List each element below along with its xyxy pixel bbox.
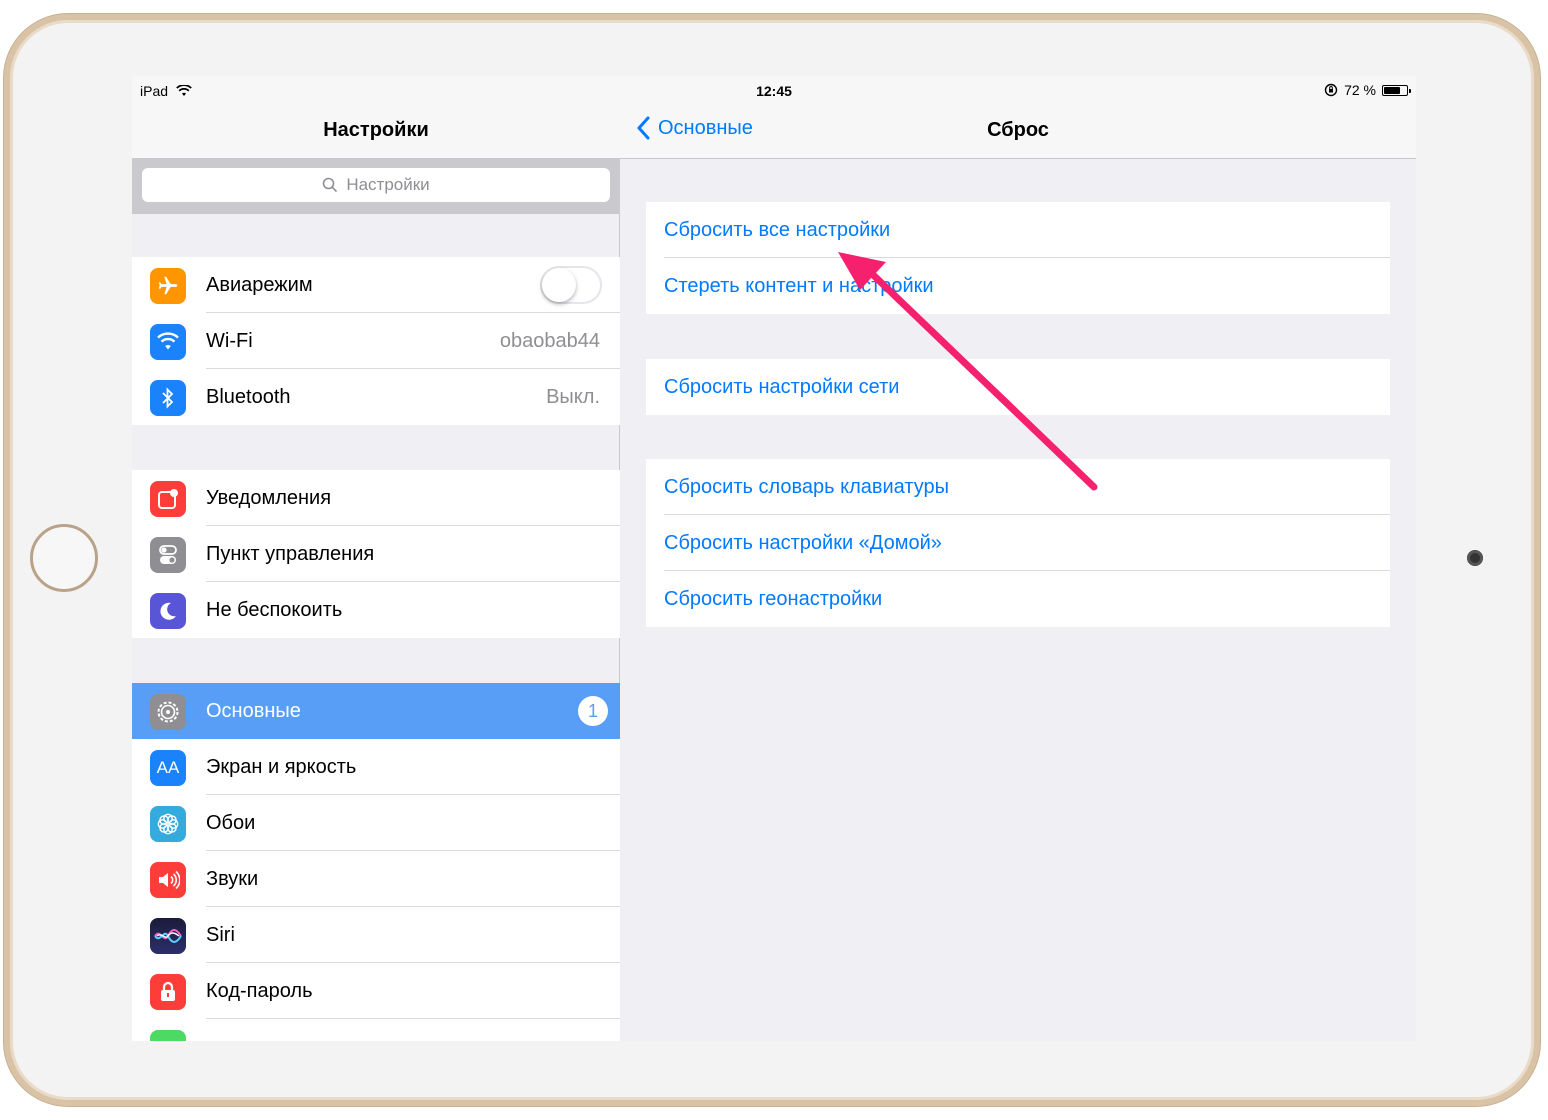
sidebar-item-label: Звуки (206, 868, 259, 890)
bluetooth-status: Выкл. (546, 386, 600, 408)
lock-icon (150, 974, 186, 1010)
reset-all-settings-button[interactable]: Сбросить все настройки (646, 202, 1390, 258)
erase-content-button[interactable]: Стереть контент и настройки (646, 258, 1390, 314)
sidebar-item-label: Wi-Fi (206, 330, 253, 352)
sidebar-item-label: Пункт управления (206, 543, 375, 565)
update-badge: 1 (578, 696, 608, 726)
sidebar-item-bluetooth[interactable]: Bluetooth Выкл. (132, 369, 620, 425)
sidebar-item-label: Siri (206, 924, 235, 946)
sidebar-item-label: Экран и яркость (206, 756, 357, 778)
sidebar-item-wifi[interactable]: Wi-Fi obaobab44 (132, 313, 620, 369)
general-group: Основные 1 AA Экран и яркость Обои Звуки… (132, 683, 620, 1041)
bluetooth-icon (150, 380, 186, 416)
battery-percent: 72 % (1344, 82, 1376, 98)
reset-group-1: Сбросить все настройки Стереть контент и… (646, 202, 1390, 314)
icon-glyph: AA (156, 758, 180, 777)
page-title: Сброс (987, 119, 1049, 141)
search-icon (323, 177, 338, 193)
reset-option-label: Сбросить настройки «Домой» (664, 532, 942, 554)
wifi-network-name: obaobab44 (499, 330, 600, 352)
reset-keyboard-dictionary-button[interactable]: Сбросить словарь клавиатуры (646, 459, 1390, 515)
connectivity-group: Авиарежим Wi-Fi obaobab44 Bluetooth Выкл… (132, 257, 620, 425)
gear-icon (150, 694, 186, 730)
speaker-icon (150, 862, 186, 898)
status-bar: iPad 12:45 72 % (132, 76, 1416, 106)
airplane-toggle[interactable] (540, 266, 602, 304)
moon-icon (150, 593, 186, 629)
reset-option-label: Сбросить словарь клавиатуры (664, 476, 949, 498)
battery-icon (1382, 84, 1411, 96)
reset-option-label: Сбросить все настройки (664, 219, 891, 241)
camera (1467, 550, 1483, 566)
sidebar-item-do-not-disturb[interactable]: Не беспокоить (132, 582, 620, 638)
search-placeholder: Настройки (346, 175, 430, 194)
sidebar-item-display[interactable]: AA Экран и яркость (132, 739, 620, 795)
reset-home-layout-button[interactable]: Сбросить настройки «Домой» (646, 515, 1390, 571)
wallpaper-flower-icon (150, 806, 186, 842)
sidebar-item-general[interactable]: Основные 1 (132, 683, 620, 739)
search-input[interactable]: Настройки (142, 168, 610, 202)
sidebar-item-control-center[interactable]: Пункт управления (132, 526, 620, 582)
search-area: Настройки (132, 158, 620, 214)
reset-option-label: Стереть контент и настройки (664, 275, 934, 297)
text-size-icon: AA (150, 750, 186, 786)
sidebar-item-airplane[interactable]: Авиарежим (132, 257, 620, 313)
sidebar-item-sounds[interactable]: Звуки (132, 851, 620, 907)
airplane-icon (150, 268, 186, 304)
system-group: Уведомления Пункт управления Не беспокои… (132, 470, 620, 638)
sidebar-title: Настройки (323, 119, 429, 141)
sidebar-item-label: Уведомления (206, 487, 332, 509)
sidebar-item-notifications[interactable]: Уведомления (132, 470, 620, 526)
siri-icon (150, 918, 186, 954)
screen: iPad 12:45 72 % Настройки Настройки Авиа… (132, 76, 1416, 1041)
orientation-lock-icon (1324, 83, 1338, 97)
notifications-icon (150, 481, 186, 517)
wifi-icon (150, 324, 186, 360)
reset-group-3: Сбросить словарь клавиатуры Сбросить нас… (646, 459, 1390, 627)
control-center-icon (150, 537, 186, 573)
sidebar-item-siri[interactable]: Siri (132, 907, 620, 963)
status-time: 12:45 (756, 83, 792, 99)
home-button[interactable] (30, 524, 98, 592)
sidebar-item-label: Bluetooth (206, 386, 291, 408)
reset-network-button[interactable]: Сбросить настройки сети (646, 359, 1390, 415)
toggle-knob (542, 268, 576, 302)
sidebar-item-label: Код-пароль (206, 980, 313, 1002)
sidebar-item-label: Основные (206, 700, 301, 722)
reset-detail-pane: Основные Сброс Сбросить все настройки Ст… (620, 76, 1416, 1041)
sidebar-item-label: Обои (206, 812, 256, 834)
sidebar-item-passcode[interactable]: Код-пароль (132, 963, 620, 1019)
reset-option-label: Сбросить геонастройки (664, 588, 883, 610)
sidebar-item-label: Не беспокоить (206, 599, 343, 621)
settings-sidebar: Настройки Настройки Авиарежим Wi-Fi obao… (132, 76, 620, 1041)
sidebar-item-label: Авиарежим (206, 274, 313, 296)
reset-location-privacy-button[interactable]: Сбросить геонастройки (646, 571, 1390, 627)
battery-settings-icon (150, 1030, 186, 1041)
sidebar-item-next-partial[interactable] (132, 1019, 620, 1041)
reset-group-2: Сбросить настройки сети (646, 359, 1390, 415)
reset-option-label: Сбросить настройки сети (664, 376, 900, 398)
sidebar-item-wallpaper[interactable]: Обои (132, 795, 620, 851)
